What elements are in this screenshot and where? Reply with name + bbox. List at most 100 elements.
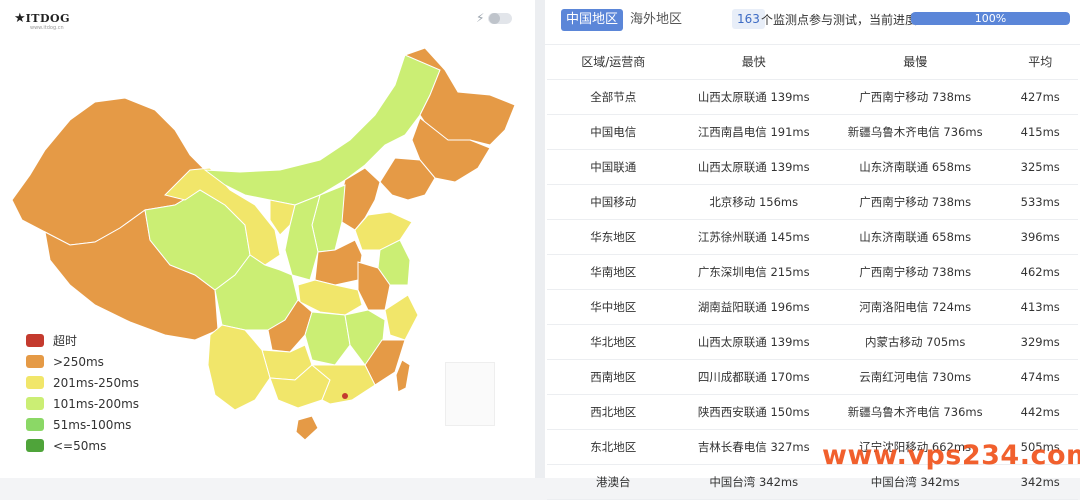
table-row[interactable]: 华南地区 广东深圳电信 215ms 广西南宁移动 738ms 462ms (547, 254, 1078, 290)
cell-slowest: 内蒙古移动 705ms (827, 324, 1003, 360)
cell-region: 华南地区 (547, 254, 680, 290)
map-panel: ★ ITDOG www.itdog.cn ⚡ 超时 >250ms 201ms-2… (0, 0, 535, 478)
logo-text: ITDOG (25, 12, 71, 25)
cell-average: 533ms (1002, 184, 1078, 220)
cell-fastest: 山西太原联通 139ms (679, 149, 828, 185)
cell-slowest: 广西南宁移动 738ms (827, 184, 1003, 220)
cell-region: 华北地区 (547, 324, 680, 360)
col-header-region[interactable]: 区域/运营商 (547, 44, 680, 80)
cell-fastest: 江西南昌电信 191ms (679, 114, 828, 150)
table-row[interactable]: 华北地区 山西太原联通 139ms 内蒙古移动 705ms 329ms (547, 324, 1078, 360)
legend-label: 51ms-100ms (53, 417, 132, 432)
cell-average: 413ms (1002, 289, 1078, 325)
cell-fastest: 山西太原联通 139ms (679, 79, 828, 115)
legend-swatch (26, 397, 44, 410)
legend-item[interactable]: 201ms-250ms (26, 372, 139, 393)
cell-fastest: 陕西西安联通 150ms (679, 394, 828, 430)
node-count-badge: 163 (732, 9, 765, 29)
cell-region: 全部节点 (547, 79, 680, 115)
table-row[interactable]: 中国移动 北京移动 156ms 广西南宁移动 738ms 533ms (547, 184, 1078, 220)
cell-region: 中国联通 (547, 149, 680, 185)
results-table: 区域/运营商 最快 最慢 平均 全部节点 山西太原联通 139ms 广西南宁移动 7… (547, 44, 1078, 500)
cell-average: 462ms (1002, 254, 1078, 290)
table-row[interactable]: 华东地区 江苏徐州联通 145ms 山东济南联通 658ms 396ms (547, 219, 1078, 255)
cell-slowest: 山东济南联通 658ms (827, 219, 1003, 255)
col-header-fastest[interactable]: 最快 (679, 44, 828, 80)
cell-region: 港澳台 (547, 464, 680, 500)
tab-overseas[interactable]: 海外地区 (630, 9, 682, 31)
star-icon: ★ (14, 11, 26, 26)
toggle-switch[interactable] (488, 13, 512, 24)
cell-fastest: 山西太原联通 139ms (679, 324, 828, 360)
cell-fastest: 中国台湾 342ms (679, 464, 828, 500)
legend-label: 超时 (53, 334, 78, 348)
toggle-knob (489, 13, 500, 24)
region-tabs-bar: 中国地区 海外地区 163 个监测点参与测试，当前进度： 100% (545, 0, 1080, 45)
cell-region: 中国电信 (547, 114, 680, 150)
table-row[interactable]: 中国电信 江西南昌电信 191ms 新疆乌鲁木齐电信 736ms 415ms (547, 114, 1078, 150)
cell-average: 474ms (1002, 359, 1078, 395)
cell-slowest: 新疆乌鲁木齐电信 736ms (827, 394, 1003, 430)
table-header-row: 区域/运营商 最快 最慢 平均 (547, 44, 1078, 80)
cell-region: 西南地区 (547, 359, 680, 395)
progress-label: 个监测点参与测试，当前进度： (761, 13, 930, 27)
south-china-sea-inset (445, 362, 495, 426)
results-table-body: 全部节点 山西太原联通 139ms 广西南宁移动 738ms 427ms 中国电信 江西南… (547, 79, 1078, 500)
cell-fastest: 江苏徐州联通 145ms (679, 219, 828, 255)
cell-slowest: 山东济南联通 658ms (827, 149, 1003, 185)
legend-swatch (26, 376, 44, 389)
legend-item[interactable]: 101ms-200ms (26, 393, 139, 414)
cell-fastest: 湖南益阳联通 196ms (679, 289, 828, 325)
legend-swatch (26, 355, 44, 368)
cell-slowest: 河南洛阳电信 724ms (827, 289, 1003, 325)
col-header-slowest[interactable]: 最慢 (827, 44, 1003, 80)
progress-fill: 100% (911, 12, 1070, 25)
table-row[interactable]: 中国联通 山西太原联通 139ms 山东济南联通 658ms 325ms (547, 149, 1078, 185)
legend-label: 201ms-250ms (53, 375, 140, 390)
tab-china[interactable]: 中国地区 (561, 9, 624, 31)
table-row[interactable]: 西北地区 陕西西安联通 150ms 新疆乌鲁木齐电信 736ms 442ms (547, 394, 1078, 430)
cell-slowest: 新疆乌鲁木齐电信 736ms (827, 114, 1003, 150)
cell-region: 华东地区 (547, 219, 680, 255)
region-yunnan[interactable] (207, 324, 271, 411)
legend-item[interactable]: 51ms-100ms (26, 414, 139, 435)
cell-average: 396ms (1002, 219, 1078, 255)
logo-subtext: www.itdog.cn (30, 25, 64, 31)
col-header-average[interactable]: 平均 (1002, 44, 1078, 80)
region-hainan[interactable] (295, 415, 319, 441)
region-taiwan[interactable] (395, 359, 411, 393)
cell-average: 329ms (1002, 324, 1078, 360)
legend-label: >250ms (53, 354, 104, 369)
cell-region: 西北地区 (547, 394, 680, 430)
region-zhejiang[interactable] (384, 294, 419, 341)
legend-label: 101ms-200ms (53, 396, 140, 411)
table-row[interactable]: 华中地区 湖南益阳联通 196ms 河南洛阳电信 724ms 413ms (547, 289, 1078, 325)
panel-divider (535, 0, 545, 478)
latency-legend: 超时 >250ms 201ms-250ms 101ms-200ms 51ms-1… (26, 330, 139, 456)
table-row[interactable]: 全部节点 山西太原联通 139ms 广西南宁移动 738ms 427ms (547, 79, 1078, 115)
cell-slowest: 广西南宁移动 738ms (827, 254, 1003, 290)
region-hongkong[interactable] (342, 393, 348, 399)
cell-region: 东北地区 (547, 429, 680, 465)
legend-swatch (26, 334, 44, 347)
cell-average: 325ms (1002, 149, 1078, 185)
region-hunan[interactable] (304, 311, 351, 366)
cell-region: 华中地区 (547, 289, 680, 325)
bolt-icon: ⚡ (476, 11, 485, 25)
legend-item[interactable]: <=50ms (26, 435, 139, 456)
watermark-text: www.vps234.com (822, 440, 1080, 471)
table-row[interactable]: 西南地区 四川成都联通 170ms 云南红河电信 730ms 474ms (547, 359, 1078, 395)
cell-average: 415ms (1002, 114, 1078, 150)
legend-item[interactable]: >250ms (26, 351, 139, 372)
progress-bar: 100% (911, 12, 1070, 25)
legend-swatch (26, 439, 44, 452)
legend-item[interactable]: 超时 (26, 330, 139, 351)
cell-average: 442ms (1002, 394, 1078, 430)
cell-slowest: 云南红河电信 730ms (827, 359, 1003, 395)
legend-swatch (26, 418, 44, 431)
cell-average: 427ms (1002, 79, 1078, 115)
cell-fastest: 北京移动 156ms (679, 184, 828, 220)
legend-label: <=50ms (53, 438, 107, 453)
results-panel: 中国地区 海外地区 163 个监测点参与测试，当前进度： 100% 区域/运营商… (545, 0, 1080, 500)
cell-fastest: 广东深圳电信 215ms (679, 254, 828, 290)
